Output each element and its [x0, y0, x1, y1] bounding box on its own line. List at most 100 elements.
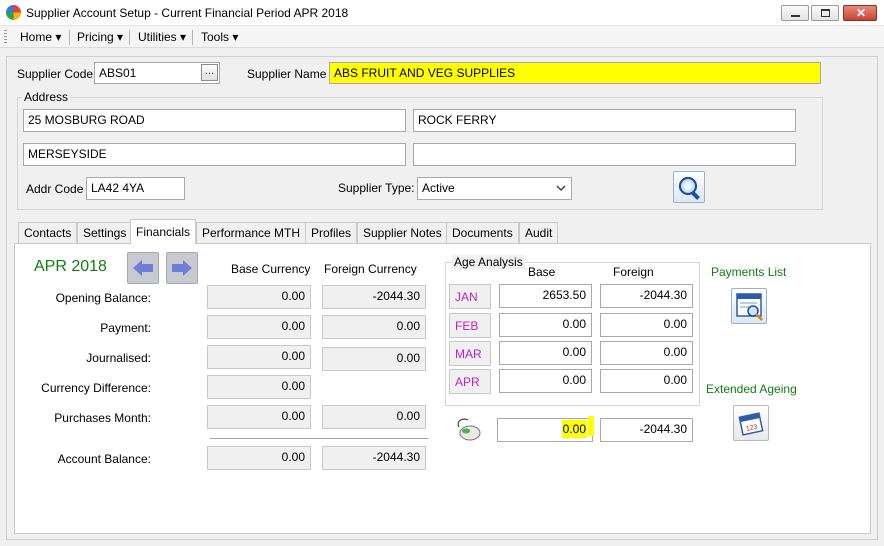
- currency-difference-base: 0.00: [207, 375, 311, 399]
- maximize-button[interactable]: [811, 5, 839, 21]
- menu-utilities[interactable]: Utilities ▾: [138, 30, 186, 44]
- calendar-ageing-icon: 123: [738, 412, 764, 436]
- tab-performance-mth[interactable]: Performance MTH: [196, 222, 307, 243]
- app-logo-icon: [6, 5, 21, 20]
- age-month-apr: APR: [449, 369, 491, 394]
- address-group-title: Address: [22, 90, 71, 104]
- menu-grip-icon: [4, 30, 7, 45]
- menu-pricing[interactable]: Pricing ▾: [77, 30, 123, 44]
- foreign-currency-header: Foreign Currency: [324, 262, 417, 276]
- opening-balance-foreign: -2044.30: [322, 285, 426, 309]
- age-month-jan: JAN: [449, 284, 491, 309]
- age-feb-foreign: 0.00: [600, 313, 693, 337]
- totals-divider: [210, 438, 428, 439]
- purchases-month-base: 0.00: [207, 405, 311, 429]
- age-month-mar: MAR: [449, 341, 491, 366]
- base-currency-header: Base Currency: [231, 262, 311, 276]
- supplier-type-value: Active: [422, 181, 455, 195]
- menu-separator: [69, 30, 70, 45]
- age-apr-foreign: 0.00: [600, 369, 693, 393]
- tab-audit[interactable]: Audit: [519, 222, 559, 243]
- age-mar-base: 0.00: [499, 341, 592, 365]
- addr-code-input[interactable]: LA42 4YA: [86, 177, 185, 200]
- age-mar-foreign: 0.00: [600, 341, 693, 365]
- tab-profiles[interactable]: Profiles: [305, 222, 358, 243]
- purchases-month-label: Purchases Month:: [54, 411, 151, 425]
- account-balance-base: 0.00: [207, 446, 311, 470]
- menu-home[interactable]: Home ▾: [20, 30, 61, 44]
- mouse-icon[interactable]: [452, 416, 482, 442]
- binoculars-search-icon: [678, 176, 700, 200]
- age-jan-base: 2653.50: [499, 284, 592, 308]
- extended-ageing-label: Extended Ageing: [706, 382, 797, 396]
- journalised-label: Journalised:: [86, 351, 151, 365]
- close-button[interactable]: ✕: [843, 5, 877, 21]
- tab-supplier-notes[interactable]: Supplier Notes: [357, 222, 448, 243]
- next-period-button[interactable]: [166, 252, 198, 284]
- age-analysis-title: Age Analysis: [452, 255, 525, 269]
- payments-list-label: Payments List: [711, 265, 787, 279]
- account-balance-foreign: -2044.30: [322, 446, 426, 470]
- close-icon: ✕: [856, 6, 867, 20]
- account-balance-label: Account Balance:: [57, 452, 151, 466]
- minimize-icon: [791, 15, 800, 17]
- address-line1-input[interactable]: 25 MOSBURG ROAD: [23, 109, 406, 132]
- age-month-feb: FEB: [449, 313, 491, 338]
- arrow-right-icon: [172, 260, 192, 276]
- period-label: APR 2018: [34, 258, 107, 275]
- tab-settings[interactable]: Settings: [77, 222, 133, 243]
- title-bar: Supplier Account Setup - Current Financi…: [0, 0, 884, 26]
- supplier-type-label: Supplier Type:: [338, 181, 415, 195]
- age-base-header: Base: [528, 265, 556, 279]
- supplier-code-value: ABS01: [99, 66, 137, 80]
- supplier-name-value: ABS FRUIT AND VEG SUPPLIES: [334, 66, 516, 80]
- currency-difference-label: Currency Difference:: [41, 381, 151, 395]
- tab-financials[interactable]: Financials: [130, 219, 197, 244]
- menu-separator: [192, 30, 193, 45]
- supplier-code-label: Supplier Code: [17, 67, 94, 81]
- menu-tools[interactable]: Tools ▾: [201, 30, 238, 44]
- age-apr-base: 0.00: [499, 369, 592, 393]
- age-foreign-header: Foreign: [613, 265, 654, 279]
- address-line3-input[interactable]: MERSEYSIDE: [23, 143, 406, 166]
- age-total-foreign: -2044.30: [600, 418, 693, 442]
- arrow-left-icon: [133, 260, 153, 276]
- extended-ageing-button[interactable]: 123: [733, 405, 769, 441]
- addr-code-label: Addr Code: [26, 182, 84, 196]
- opening-balance-label: Opening Balance:: [55, 291, 151, 305]
- payment-foreign: 0.00: [322, 315, 426, 339]
- maximize-icon: [821, 9, 830, 17]
- age-jan-foreign: -2044.30: [600, 284, 693, 308]
- opening-balance-base: 0.00: [207, 285, 311, 309]
- supplier-type-select[interactable]: Active: [417, 177, 572, 200]
- payment-label: Payment:: [100, 321, 151, 335]
- payments-list-button[interactable]: [731, 288, 767, 324]
- highlight-mark: [588, 416, 594, 436]
- address-line4-input[interactable]: [413, 143, 796, 166]
- purchases-month-foreign: 0.00: [322, 405, 426, 429]
- chevron-down-icon: [556, 185, 566, 191]
- payment-base: 0.00: [207, 315, 311, 339]
- tab-contacts[interactable]: Contacts: [18, 222, 78, 243]
- address-search-button[interactable]: [673, 171, 705, 203]
- menu-separator: [129, 30, 130, 45]
- address-line1-value: 25 MOSBURG ROAD: [28, 113, 145, 127]
- supplier-name-label: Supplier Name: [247, 67, 327, 81]
- age-total-base: 0.00: [497, 418, 593, 442]
- address-line3-value: MERSEYSIDE: [28, 147, 107, 161]
- age-total-base-value: 0.00: [561, 420, 587, 438]
- tab-documents[interactable]: Documents: [446, 222, 519, 243]
- address-line2-input[interactable]: ROCK FERRY: [413, 109, 796, 132]
- menu-bar: Home ▾ Pricing ▾ Utilities ▾ Tools ▾: [0, 26, 884, 48]
- age-feb-base: 0.00: [499, 313, 592, 337]
- payments-list-icon: [736, 293, 763, 321]
- minimize-button[interactable]: [781, 5, 809, 21]
- addr-code-value: LA42 4YA: [91, 181, 145, 195]
- journalised-foreign: 0.00: [322, 347, 426, 371]
- journalised-base: 0.00: [207, 345, 311, 369]
- supplier-lookup-button[interactable]: ...: [201, 64, 218, 81]
- supplier-name-input[interactable]: ABS FRUIT AND VEG SUPPLIES: [329, 62, 821, 84]
- previous-period-button[interactable]: [127, 252, 159, 284]
- window-title: Supplier Account Setup - Current Financi…: [26, 6, 349, 20]
- address-line2-value: ROCK FERRY: [418, 113, 497, 127]
